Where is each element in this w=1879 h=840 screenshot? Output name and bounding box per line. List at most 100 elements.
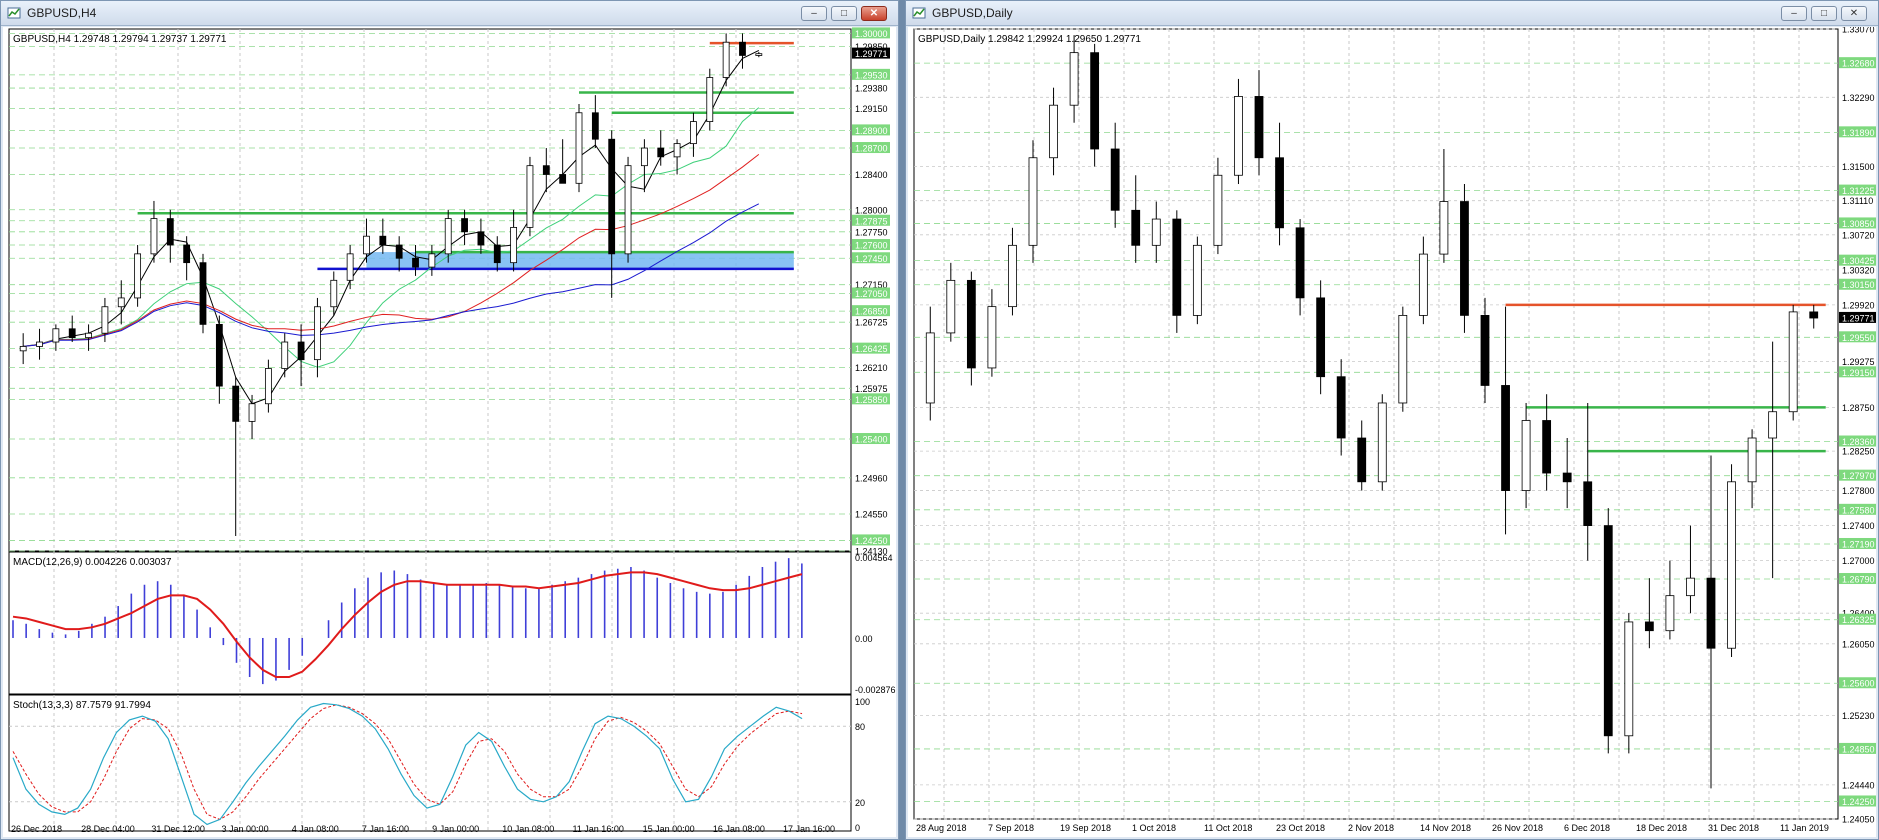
minimize-button[interactable]: – [1781, 6, 1807, 21]
time-tick-label: 31 Dec 12:00 [151, 824, 205, 834]
macd-tick-label: -0.002876 [855, 685, 896, 695]
close-button[interactable]: ✕ [861, 6, 887, 21]
h4-window-title: GBPUSD,H4 [27, 6, 97, 20]
candle-body [444, 218, 452, 255]
price-tick-label: 1.29550 [1842, 333, 1875, 343]
price-tick-label: 1.24250 [855, 536, 888, 546]
price-tick-label: 1.24550 [855, 509, 888, 519]
minimize-button[interactable]: – [801, 6, 827, 21]
price-tick-label: 1.28900 [855, 126, 888, 136]
price-tick-label: 1.32290 [1842, 93, 1875, 103]
price-tick-label: 1.27190 [1842, 539, 1875, 549]
price-tick-label: 1.25230 [1842, 711, 1875, 721]
h4-chart-area[interactable]: 1.300001.298501.295301.293801.291501.289… [3, 27, 896, 837]
candle-body [85, 332, 92, 339]
price-tick-label: 1.24050 [1842, 815, 1875, 825]
price-tick-label: 1.28250 [1842, 447, 1875, 457]
time-tick-label: 19 Sep 2018 [1060, 823, 1111, 833]
price-tick-label: 1.24960 [855, 473, 888, 483]
candle-body [1316, 297, 1326, 378]
stoch-tick-label: 20 [855, 798, 865, 808]
candle-body [526, 165, 534, 228]
candle-body [946, 279, 956, 334]
candle-body [493, 244, 501, 264]
h4-price-axis: 1.300001.298501.295301.293801.291501.289… [852, 27, 890, 557]
price-tick-label: 1.28700 [855, 144, 888, 154]
time-tick-label: 4 Jan 08:00 [292, 824, 339, 834]
price-tick-label: 1.32680 [1842, 59, 1875, 69]
candle-body [755, 53, 763, 56]
time-tick-label: 6 Dec 2018 [1564, 823, 1610, 833]
time-tick-label: 26 Nov 2018 [1492, 823, 1543, 833]
candle-body [1377, 402, 1387, 483]
candle-body [477, 231, 485, 246]
current-price-label: 1.29771 [1842, 313, 1875, 323]
maximize-button[interactable]: □ [1811, 6, 1837, 21]
candle-body [542, 165, 550, 175]
daily-chart-area[interactable]: 1.33070 1.32680 1.32290 1.31890 1.31500 1.312… [908, 27, 1876, 837]
daily-window-titlebar[interactable]: GBPUSD,Daily – □ ✕ [906, 1, 1878, 26]
candle-body [1583, 481, 1593, 526]
candle-body [428, 253, 436, 268]
stoch-indicator [9, 702, 851, 826]
h4-chart-window[interactable]: GBPUSD,H4 – □ ✕ 1.30000 1.29850 1.29530 1.2… [0, 0, 899, 840]
price-tick-label: 1.26050 [1842, 639, 1875, 649]
daily-chart-window[interactable]: GBPUSD,Daily – □ ✕ 1.33070 1.32680 1.32290… [905, 0, 1879, 840]
price-tick-label: 1.27580 [1842, 505, 1875, 515]
price-tick-label: 1.29150 [855, 104, 888, 114]
candle-body [1706, 577, 1716, 649]
time-tick-label: 23 Oct 2018 [1276, 823, 1325, 833]
candle-body [1336, 376, 1346, 439]
price-tick-label: 1.25975 [855, 384, 888, 394]
macd-label: MACD(12,26,9) 0.004226 0.003037 [13, 557, 172, 568]
price-tick-label: 1.24850 [1842, 744, 1875, 754]
time-tick-label: 28 Dec 04:00 [81, 824, 135, 834]
price-tick-label: 1.28750 [1842, 403, 1875, 413]
time-tick-label: 14 Nov 2018 [1420, 823, 1471, 833]
daily-time-axis: 28 Aug 2018 7 Sep 2018 19 Sep 2018 1 Oct 20… [916, 823, 1829, 833]
candle-body [690, 121, 697, 145]
time-tick-label: 17 Jan 16:00 [783, 824, 835, 834]
price-tick-label: 1.30150 [1842, 280, 1875, 290]
candle-body [36, 341, 43, 347]
candle-body [608, 138, 616, 255]
h4-window-titlebar[interactable]: GBPUSD,H4 – □ ✕ [1, 1, 898, 26]
time-tick-label: 9 Jan 00:00 [432, 824, 479, 834]
time-tick-label: 31 Dec 2018 [1708, 823, 1759, 833]
maximize-button[interactable]: □ [831, 6, 857, 21]
price-tick-label: 1.29380 [855, 84, 888, 94]
candle-body [199, 262, 207, 325]
candle-body [706, 77, 714, 122]
candle-body [330, 279, 338, 308]
time-tick-label: 11 Oct 2018 [1204, 823, 1252, 833]
candle-body [101, 306, 109, 334]
candle-body [1542, 420, 1552, 474]
candle-body [1768, 411, 1778, 439]
time-tick-label: 16 Jan 08:00 [713, 824, 765, 834]
candle-body [510, 226, 518, 264]
candle-body [722, 41, 730, 78]
price-tick-label: 1.25600 [1842, 679, 1875, 689]
candle-body [215, 323, 223, 387]
price-tick-label: 1.31225 [1842, 186, 1875, 196]
candle-body [1008, 244, 1017, 308]
candle-body [657, 147, 665, 158]
price-tick-label: 1.27750 [855, 227, 888, 237]
stoch-tick-label: 100 [855, 697, 870, 707]
moving-average-line [23, 107, 760, 368]
daily-candles [925, 35, 1819, 789]
candle-body [117, 297, 125, 308]
candle-body [1110, 148, 1120, 211]
chart-window-icon [7, 7, 21, 19]
price-tick-label: 1.26425 [855, 344, 888, 354]
candle-body [1665, 595, 1675, 632]
candle-body [591, 112, 599, 140]
candle-body [395, 244, 403, 259]
price-tick-label: 1.30720 [1842, 230, 1875, 240]
restore-close-button[interactable]: ✕ [1841, 6, 1867, 21]
moving-average-line [23, 203, 760, 347]
candle-body [1603, 525, 1613, 737]
price-tick-label: 1.31110 [1842, 196, 1873, 206]
price-tick-label: 1.27600 [855, 241, 888, 251]
candle-body [1727, 481, 1736, 649]
